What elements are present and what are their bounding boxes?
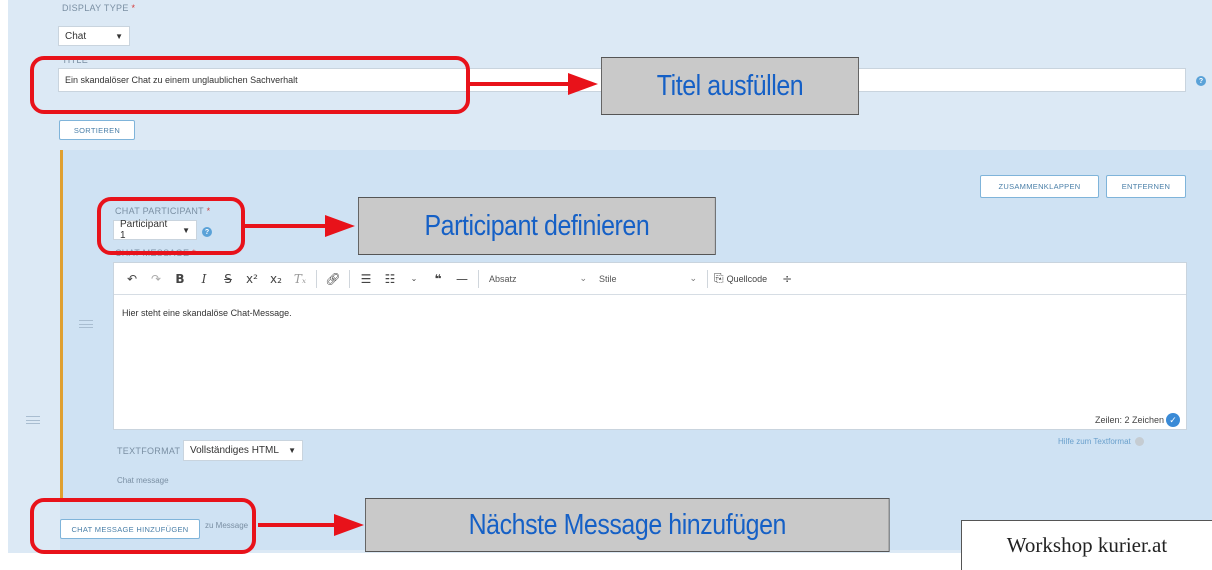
annotation-box-title — [30, 56, 470, 114]
bulleted-list-icon[interactable]: ☰ — [356, 269, 376, 289]
chevron-down-icon: ▼ — [115, 31, 123, 41]
chat-message-hint: Chat message — [117, 476, 169, 485]
arrow-right-icon — [258, 514, 364, 536]
display-type-value: Chat — [65, 30, 87, 42]
paragraph-indent-line — [60, 150, 63, 500]
annotation-box-add-message — [30, 498, 256, 554]
help-icon[interactable]: ? — [1196, 76, 1206, 86]
subscript-icon[interactable]: x₂ — [266, 269, 286, 289]
editor-stats: Zeilen: 2 Zeichen ✓ — [1095, 413, 1180, 427]
chevron-down-icon: ⌄ — [689, 273, 697, 283]
screen: DISPLAY TYPE * Chat ▼ TITLE Ein skandalös… — [0, 0, 1212, 570]
display-type-select[interactable]: Chat ▼ — [58, 26, 130, 46]
style-value: Stile — [599, 273, 617, 284]
source-code-label: Quellcode — [726, 273, 768, 284]
arrow-right-icon — [245, 215, 355, 237]
help-icon — [1134, 437, 1144, 446]
arrow-right-icon — [470, 73, 598, 95]
text-format-select[interactable]: Vollständiges HTML ▼ — [183, 440, 303, 461]
check-icon: ✓ — [1166, 413, 1180, 427]
display-type-label: DISPLAY TYPE * — [62, 3, 136, 13]
superscript-icon[interactable]: x² — [242, 269, 262, 289]
callout-participant: Participant definieren — [358, 197, 716, 255]
chevron-down-icon: ⌄ — [579, 273, 587, 283]
clear-format-icon[interactable]: Tₓ — [290, 269, 310, 289]
source-code-icon: ⎘ — [714, 271, 724, 285]
collapse-button[interactable]: ZUSAMMENKLAPPEN — [980, 175, 1099, 198]
drag-handle-icon[interactable] — [26, 416, 40, 424]
toolbar-divider — [349, 269, 350, 288]
blockquote-icon[interactable]: ❝ — [428, 269, 448, 289]
text-format-help-text: Hilfe zum Textformat — [1058, 437, 1131, 446]
bold-icon[interactable]: B — [170, 269, 190, 289]
redo-icon[interactable]: ↷ — [146, 269, 166, 289]
paragraph-format-dropdown[interactable]: Absatz ⌄ — [485, 273, 591, 284]
text-format-value: Vollständiges HTML — [190, 445, 279, 456]
text-format-label: TEXTFORMAT — [117, 446, 181, 456]
annotation-box-participant — [97, 197, 245, 255]
editor-toolbar: ↶ ↷ B I S x² x₂ Tₓ 🔗︎ ☰ ☷ ⌄ ❝ — Absatz ⌄ … — [114, 263, 1186, 295]
strikethrough-icon[interactable]: S — [218, 269, 238, 289]
chevron-down-icon: ▼ — [288, 446, 296, 455]
toolbar-divider — [478, 269, 479, 288]
horizontal-line-icon[interactable]: — — [452, 269, 472, 289]
paragraph-format-value: Absatz — [489, 273, 517, 284]
chevron-down-icon[interactable]: ⌄ — [404, 269, 424, 289]
remove-button[interactable]: ENTFERNEN — [1106, 175, 1186, 198]
word-count: Zeilen: 2 Zeichen — [1094, 415, 1164, 425]
callout-title: Titel ausfüllen — [601, 57, 859, 115]
callout-next-message: Nächste Message hinzufügen — [365, 498, 890, 552]
italic-icon[interactable]: I — [194, 269, 214, 289]
toolbar-divider — [707, 269, 708, 288]
rich-text-editor[interactable]: ↶ ↷ B I S x² x₂ Tₓ 🔗︎ ☰ ☷ ⌄ ❝ — Absatz ⌄ … — [113, 262, 1187, 430]
sort-button[interactable]: SORTIEREN — [59, 120, 135, 140]
page-break-icon[interactable]: ÷ — [777, 269, 797, 289]
text-format-help-link[interactable]: Hilfe zum Textformat — [1058, 437, 1144, 446]
link-icon[interactable]: 🔗︎ — [323, 269, 343, 289]
style-dropdown[interactable]: Stile ⌄ — [595, 273, 701, 284]
undo-icon[interactable]: ↶ — [122, 269, 142, 289]
toolbar-divider — [316, 269, 317, 288]
numbered-list-icon[interactable]: ☷ — [380, 269, 400, 289]
drag-handle-icon[interactable] — [79, 320, 93, 328]
watermark: Workshop kurier.at — [961, 520, 1212, 570]
editor-content[interactable]: Hier steht eine skandalöse Chat-Message. — [122, 308, 292, 318]
source-code-button[interactable]: ⎘ Quellcode — [714, 271, 767, 286]
